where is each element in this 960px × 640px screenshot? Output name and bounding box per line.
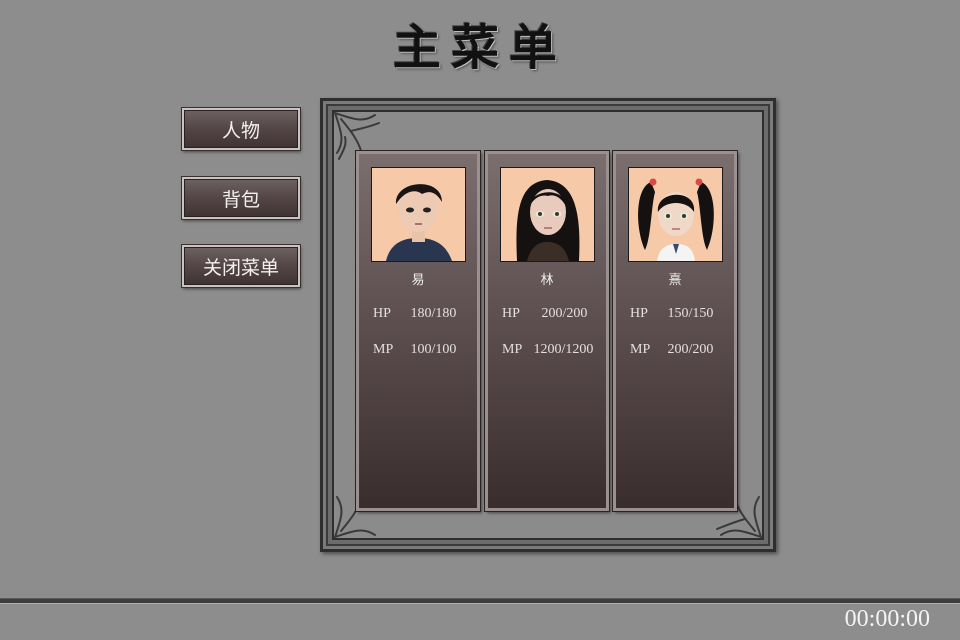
character-card[interactable]: 易 HP 180/180 MP 100/100 — [355, 150, 481, 512]
portrait-girl-twin-tails-icon — [628, 167, 723, 262]
inventory-button[interactable]: 背包 — [181, 176, 301, 220]
character-name: 熹 — [668, 273, 682, 288]
character-name: 林 — [540, 273, 554, 288]
bottom-divider — [0, 598, 960, 604]
hp-label: HP — [373, 306, 391, 321]
portrait-boy-icon — [371, 167, 466, 262]
character-card[interactable]: 熹 HP 150/150 MP 200/200 — [612, 150, 738, 512]
character-card[interactable]: 林 HP 200/200 MP 1200/1200 — [484, 150, 610, 512]
hp-label: HP — [502, 306, 520, 321]
hp-label: HP — [630, 306, 648, 321]
mp-stat: MP 100/100 — [373, 342, 456, 358]
mp-stat: MP 1200/1200 — [502, 342, 593, 358]
character-name: 易 — [411, 273, 425, 288]
mp-stat: MP 200/200 — [630, 342, 713, 358]
play-time-clock: 00:00:00 — [844, 606, 930, 632]
mp-label: MP — [630, 342, 651, 357]
hp-value: 150/150 — [667, 306, 714, 321]
hp-stat: HP 180/180 — [373, 306, 456, 322]
hp-value: 180/180 — [410, 306, 457, 321]
main-menu-screen: 主菜单 人物 背包 关闭菜单 易 HP 180/180 MP 100/100 林… — [0, 0, 960, 640]
mp-value: 200/200 — [667, 342, 714, 357]
hp-stat: HP 200/200 — [502, 306, 587, 322]
mp-label: MP — [502, 342, 523, 357]
mp-value: 1200/1200 — [533, 342, 594, 357]
portrait-girl-long-hair-icon — [500, 167, 595, 262]
hp-value: 200/200 — [541, 306, 588, 321]
page-title: 主菜单 — [392, 20, 567, 76]
hp-stat: HP 150/150 — [630, 306, 713, 322]
close-menu-button[interactable]: 关闭菜单 — [181, 244, 301, 288]
mp-value: 100/100 — [410, 342, 457, 357]
mp-label: MP — [373, 342, 394, 357]
characters-button[interactable]: 人物 — [181, 107, 301, 151]
